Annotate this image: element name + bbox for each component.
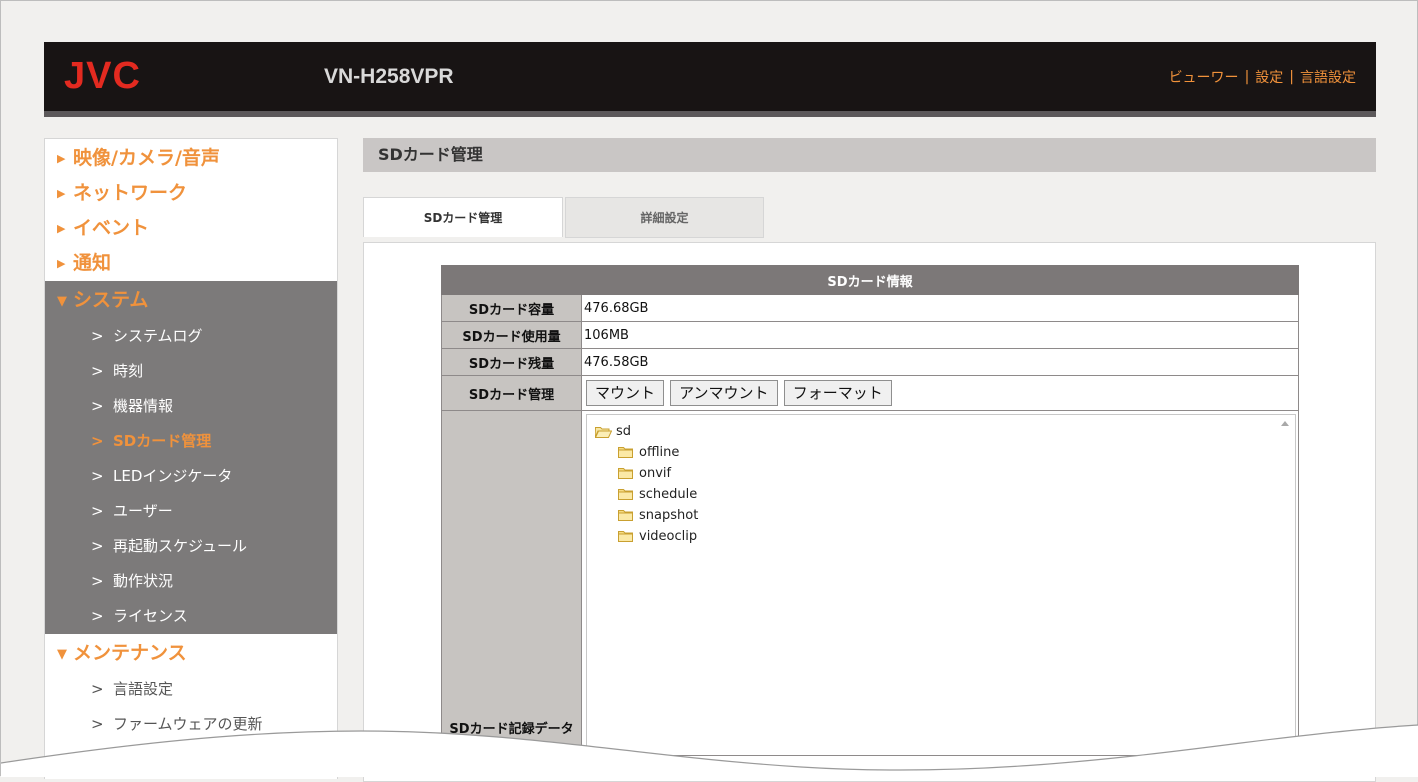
- sidebar: ▶ 映像/カメラ/音声 ▶ ネットワーク ▶ イベント ▶ 通知 ▼ システム > システム…: [44, 138, 338, 779]
- table-row: SDカード容量 476.68GB: [441, 294, 1299, 322]
- sidebar-category-event[interactable]: ▶ イベント: [45, 211, 337, 246]
- sidebar-item-system-log[interactable]: > システムログ: [45, 319, 337, 354]
- sidebar-item-reboot-schedule[interactable]: > 再起動スケジュール: [45, 529, 337, 564]
- tab-bar: SDカード管理 詳細設定: [363, 197, 764, 238]
- jvc-logo: JVC: [64, 55, 141, 95]
- triangle-right-icon: ▶: [57, 187, 66, 200]
- model-name: VN-H258VPR: [324, 65, 454, 88]
- page-title: SDカード管理: [363, 138, 1376, 172]
- used-label: SDカード使用量: [441, 321, 582, 349]
- nav-language-link[interactable]: 言語設定: [1300, 67, 1356, 87]
- folder-icon: [618, 531, 633, 542]
- sidebar-item-license[interactable]: > ライセンス: [45, 599, 337, 634]
- folder-open-icon: [595, 426, 612, 438]
- tree-node-folder[interactable]: snapshot: [618, 508, 698, 523]
- sidebar-category-system[interactable]: ▼ システム: [45, 281, 337, 319]
- tree-node-label: sd: [616, 424, 632, 439]
- sidebar-item-led-indicator[interactable]: > LEDインジケータ: [45, 459, 337, 494]
- manage-label: SDカード管理: [441, 375, 582, 411]
- tree-node-folder[interactable]: schedule: [618, 487, 697, 502]
- nav-viewer-link[interactable]: ビューワー: [1169, 67, 1239, 87]
- folder-icon: [618, 447, 633, 458]
- table-heading: SDカード情報: [441, 265, 1299, 295]
- table-row: SDカード使用量 106MB: [441, 321, 1299, 349]
- sidebar-item-status[interactable]: > 動作状況: [45, 564, 337, 599]
- tree-node-folder[interactable]: videoclip: [618, 529, 697, 544]
- tree-node-folder[interactable]: onvif: [618, 466, 671, 481]
- format-button[interactable]: フォーマット: [783, 380, 892, 406]
- category-label: 映像/カメラ/音声: [73, 147, 220, 169]
- used-value: 106MB: [581, 321, 1299, 349]
- capacity-label: SDカード容量: [441, 294, 582, 322]
- nav-settings-link[interactable]: 設定: [1255, 67, 1283, 87]
- nav-separator: |: [1244, 69, 1250, 85]
- sidebar-item-sd-card[interactable]: > SDカード管理: [45, 424, 337, 459]
- category-label: システム: [73, 289, 149, 311]
- category-label: ネットワーク: [73, 182, 188, 204]
- header-bar: JVC VN-H258VPR ビューワー | 設定 | 言語設定: [44, 42, 1376, 117]
- table-row: SDカード残量 476.58GB: [441, 348, 1299, 376]
- triangle-right-icon: ▶: [57, 257, 66, 270]
- sidebar-category-maintenance[interactable]: ▼ メンテナンス: [45, 634, 337, 672]
- triangle-right-icon: ▶: [57, 152, 66, 165]
- table-row: SDカード管理 マウント アンマウント フォーマット: [441, 375, 1299, 411]
- category-label: メンテナンス: [73, 642, 187, 664]
- nav-separator: |: [1289, 69, 1294, 85]
- capacity-value: 476.68GB: [581, 294, 1299, 322]
- sidebar-category-video[interactable]: ▶ 映像/カメラ/音声: [45, 141, 337, 176]
- folder-icon: [618, 468, 633, 479]
- sidebar-category-network[interactable]: ▶ ネットワーク: [45, 176, 337, 211]
- folder-icon: [618, 489, 633, 500]
- system-section: ▼ システム > システムログ > 時刻 > 機器情報 > SDカード管理 > LEDインジ…: [45, 281, 337, 634]
- tab-advanced-settings[interactable]: 詳細設定: [565, 197, 764, 238]
- remaining-value: 476.58GB: [581, 348, 1299, 376]
- tree-node-label: schedule: [639, 487, 698, 502]
- mount-button[interactable]: マウント: [586, 380, 665, 406]
- sidebar-item-time[interactable]: > 時刻: [45, 354, 337, 389]
- folder-icon: [618, 510, 633, 521]
- tree-node-label: snapshot: [639, 508, 699, 523]
- triangle-down-icon: ▼: [57, 294, 67, 309]
- tree-node-label: videoclip: [639, 529, 698, 544]
- tree-node-label: onvif: [639, 466, 672, 481]
- unmount-button[interactable]: アンマウント: [670, 380, 778, 406]
- tab-sd-card-management[interactable]: SDカード管理: [363, 197, 563, 237]
- sidebar-category-notify[interactable]: ▶ 通知: [45, 246, 337, 281]
- tree-node-root[interactable]: sd: [595, 424, 631, 439]
- sd-info-table: SDカード情報 SDカード容量 476.68GB SDカード使用量 106MB …: [441, 265, 1299, 756]
- scroll-up-icon[interactable]: [1281, 421, 1289, 426]
- triangle-right-icon: ▶: [57, 222, 66, 235]
- app-frame: JVC VN-H258VPR ビューワー | 設定 | 言語設定 ▶ 映像/カメラ…: [0, 0, 1418, 782]
- top-nav: ビューワー | 設定 | 言語設定: [1169, 67, 1356, 87]
- manage-buttons: マウント アンマウント フォーマット: [581, 375, 1299, 411]
- page-cut-edge: [1, 724, 1418, 777]
- sidebar-item-users[interactable]: > ユーザー: [45, 494, 337, 529]
- category-label: イベント: [73, 217, 150, 239]
- triangle-down-icon: ▼: [57, 647, 67, 662]
- tree-node-folder[interactable]: offline: [618, 445, 679, 460]
- category-label: 通知: [73, 252, 112, 274]
- sidebar-item-device-info[interactable]: > 機器情報: [45, 389, 337, 424]
- remaining-label: SDカード残量: [441, 348, 582, 376]
- svg-text:JVC: JVC: [64, 55, 141, 95]
- tree-node-label: offline: [639, 445, 680, 460]
